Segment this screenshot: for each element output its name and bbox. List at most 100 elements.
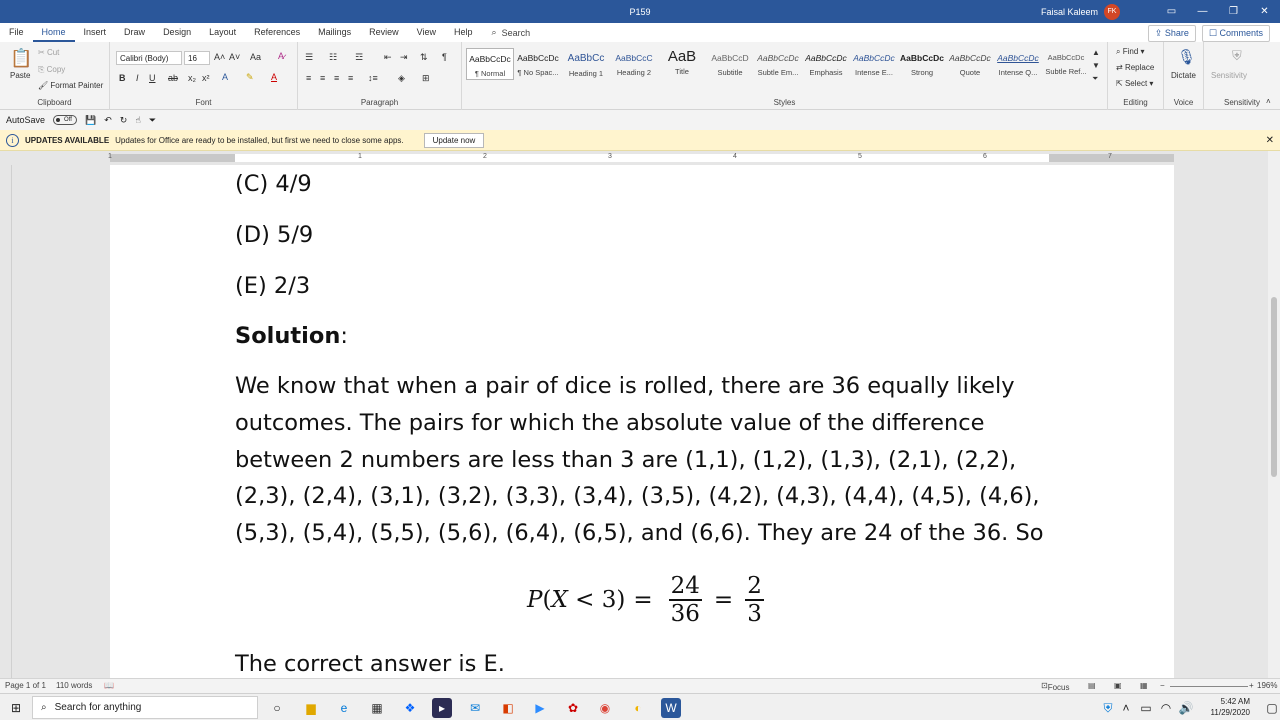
format-painter-button[interactable]: 🖌 Format Painter [38, 81, 103, 90]
proofing-icon[interactable]: 📖 [104, 681, 114, 690]
edge-icon[interactable]: e [334, 698, 354, 718]
read-mode-icon[interactable]: ▤ [1088, 681, 1096, 690]
zoom-in-icon[interactable]: + [1249, 681, 1254, 690]
styles-more-icon[interactable]: ⏷ [1092, 74, 1098, 84]
undo-icon[interactable]: ↶ [104, 115, 112, 126]
style-subtle-reference[interactable]: AaBbCcDc Subtle Ref... [1042, 48, 1090, 80]
tell-me-search[interactable]: ⌕ Search [492, 27, 531, 38]
sensitivity-icon[interactable]: ⛨ [1232, 48, 1242, 64]
zoom-level[interactable]: 196% [1257, 681, 1277, 690]
clear-formatting-icon[interactable]: A̷ [278, 51, 284, 61]
style-intense-quote[interactable]: AaBbCcDc Intense Q... [994, 48, 1042, 80]
touch-mode-icon[interactable]: ☝ [135, 115, 140, 126]
vertical-scrollbar[interactable] [1268, 151, 1280, 678]
tab-view[interactable]: View [408, 23, 445, 42]
bullets-icon[interactable]: ☰ [305, 52, 313, 63]
save-icon[interactable]: 💾 [85, 115, 96, 126]
font-size-select[interactable]: 16 [184, 51, 210, 65]
style-quote[interactable]: AaBbCcDc Quote [946, 48, 994, 80]
visual-studio-icon[interactable]: ▸ [432, 698, 452, 718]
tab-home[interactable]: Home [32, 23, 75, 42]
numbering-icon[interactable]: ☷ [329, 52, 337, 63]
vertical-ruler[interactable] [0, 165, 12, 678]
bold-icon[interactable]: B [119, 73, 126, 83]
cortana-icon[interactable]: ○ [267, 698, 287, 718]
text-effects-icon[interactable]: A [222, 72, 228, 82]
grow-font-icon[interactable]: A˄ [214, 52, 225, 62]
tab-help[interactable]: Help [445, 23, 482, 42]
tab-draw[interactable]: Draw [115, 23, 154, 42]
file-explorer-icon[interactable]: ▆ [301, 698, 321, 718]
system-clock[interactable]: 5:42 AM 11/29/2020 [1211, 696, 1250, 718]
styles-scroll-down-icon[interactable]: ▼ [1092, 61, 1100, 70]
tab-insert[interactable]: Insert [75, 23, 116, 42]
style-emphasis[interactable]: AaBbCcDc Emphasis [802, 48, 850, 80]
zoom-out-icon[interactable]: − [1160, 681, 1165, 690]
styles-scroll-up-icon[interactable]: ▲ [1092, 48, 1100, 57]
find-button[interactable]: ⌕ Find ▾ [1116, 47, 1145, 57]
dictate-button[interactable]: Dictate [1171, 71, 1196, 80]
style-strong[interactable]: AaBbCcDc Strong [898, 48, 946, 80]
style-intense-emphasis[interactable]: AaBbCcDc Intense E... [850, 48, 898, 80]
style-heading-2[interactable]: AaBbCcC Heading 2 [610, 48, 658, 80]
align-left-icon[interactable]: ≡ [306, 73, 311, 83]
font-name-select[interactable]: Calibri (Body) [116, 51, 182, 65]
print-layout-icon[interactable]: ▣ [1114, 681, 1122, 690]
increase-indent-icon[interactable]: ⇥ [400, 52, 408, 63]
style-no-spacing[interactable]: AaBbCcDc ¶ No Spac... [514, 48, 562, 80]
document-page[interactable]: (C) 4/9 (D) 5/9 (E) 2/3 Solution: We kno… [110, 165, 1174, 678]
italic-icon[interactable]: I [136, 73, 139, 83]
close-icon[interactable]: ✕ [1266, 135, 1274, 146]
cut-button[interactable]: ✂ Cut [38, 48, 59, 57]
highlight-icon[interactable]: ✎ [246, 72, 254, 83]
style-subtle-emphasis[interactable]: AaBbCcDc Subtle Em... [754, 48, 802, 80]
zoom-app-icon[interactable]: ▶ [530, 698, 550, 718]
collapse-ribbon-icon[interactable]: ˄ [1266, 97, 1271, 106]
align-right-icon[interactable]: ≡ [334, 73, 339, 83]
web-layout-icon[interactable]: ▦ [1140, 681, 1148, 690]
customize-qat-icon[interactable]: ⏷ [149, 115, 156, 126]
redo-icon[interactable]: ↻ [120, 115, 128, 126]
sticky-app-icon[interactable]: ◐ [628, 698, 648, 718]
word-icon[interactable]: W [661, 698, 681, 718]
battery-icon[interactable]: ▭ [1136, 698, 1156, 718]
tab-review[interactable]: Review [360, 23, 408, 42]
word-count[interactable]: 110 words [56, 681, 92, 690]
align-center-icon[interactable]: ≡ [320, 73, 325, 83]
dropbox-icon[interactable]: ❖ [400, 698, 420, 718]
sensitivity-button[interactable]: Sensitivity [1211, 71, 1247, 80]
style-heading-1[interactable]: AaBbCc Heading 1 [562, 48, 610, 80]
restore-icon[interactable]: ❐ [1218, 0, 1249, 23]
tab-mailings[interactable]: Mailings [309, 23, 360, 42]
scrollbar-thumb[interactable] [1271, 297, 1277, 477]
taskbar-search[interactable]: ⌕ Search for anything [32, 696, 258, 719]
subscript-icon[interactable]: x₂ [188, 73, 196, 83]
security-icon[interactable]: ⛨ [1098, 698, 1118, 718]
shading-icon[interactable]: ◈ [398, 73, 405, 84]
pdf-icon[interactable]: ✿ [563, 698, 583, 718]
sort-icon[interactable]: ⇅ [420, 52, 428, 63]
style-subtitle[interactable]: AaBbCcD Subtitle [706, 48, 754, 80]
share-button[interactable]: ⇪ Share [1147, 25, 1196, 42]
select-button[interactable]: ⇱ Select ▾ [1116, 79, 1153, 88]
borders-icon[interactable]: ⊞ [422, 73, 430, 84]
replace-button[interactable]: ⇄ Replace [1116, 63, 1154, 72]
windows-start-icon[interactable]: ⊞ [6, 698, 26, 718]
tab-references[interactable]: References [245, 23, 309, 42]
minimize-icon[interactable]: — [1187, 0, 1218, 23]
show-formatting-icon[interactable]: ¶ [442, 52, 447, 62]
chrome-icon[interactable]: ◉ [595, 698, 615, 718]
horizontal-ruler[interactable]: 1 1 2 3 4 5 6 7 [0, 151, 1280, 165]
copy-button[interactable]: ⎘ Copy [38, 65, 65, 75]
justify-icon[interactable]: ≡ [348, 73, 353, 83]
autosave-toggle[interactable]: Off [53, 115, 78, 125]
style-normal[interactable]: AaBbCcDc ¶ Normal [466, 48, 514, 80]
paste-icon[interactable]: 📋 [10, 48, 32, 69]
superscript-icon[interactable]: x² [202, 73, 210, 83]
decrease-indent-icon[interactable]: ⇤ [384, 52, 392, 63]
paste-button[interactable]: Paste [10, 71, 30, 80]
user-account[interactable]: Faisal Kaleem FK [1041, 3, 1120, 20]
microphone-icon[interactable]: 🎙 [1177, 48, 1196, 66]
change-case-icon[interactable]: Aa [250, 52, 261, 62]
ribbon-display-options-icon[interactable]: ▭ [1156, 0, 1187, 23]
